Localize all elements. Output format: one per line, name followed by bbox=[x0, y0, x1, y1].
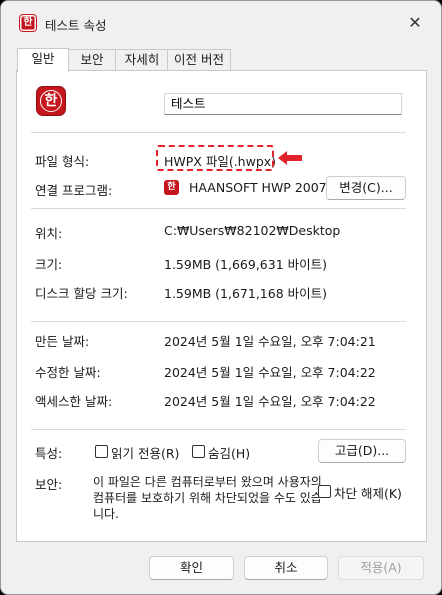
size-value: 1.59MB (1,669,631 바이트) bbox=[164, 257, 328, 272]
disk-size-value: 1.59MB (1,671,168 바이트) bbox=[164, 286, 328, 301]
security-note: 이 파일은 다른 컴퓨터로부터 왔으며 사용자의 컴퓨터를 보호하기 위해 차단… bbox=[93, 475, 322, 521]
tab-general[interactable]: 일반 bbox=[17, 48, 69, 72]
divider bbox=[31, 321, 406, 322]
apply-button[interactable]: 적용(A) bbox=[338, 556, 424, 580]
hwp-file-icon: 한 bbox=[37, 87, 65, 115]
readonly-label[interactable]: 읽기 전용(R) bbox=[111, 443, 179, 462]
tab-details[interactable]: 자세히 bbox=[115, 49, 169, 71]
modified-value: 2024년 5월 1일 수요일, 오후 7:04:22 bbox=[164, 365, 376, 380]
divider bbox=[31, 208, 406, 209]
accessed-label: 액세스한 날짜: bbox=[35, 394, 113, 409]
created-label: 만든 날짜: bbox=[35, 334, 90, 349]
divider bbox=[31, 429, 406, 430]
modified-label: 수정한 날짜: bbox=[35, 365, 101, 380]
change-button[interactable]: 변경(C)... bbox=[326, 176, 406, 200]
hwp-program-icon: 한 bbox=[164, 180, 179, 195]
window-title: 테스트 속성 bbox=[45, 18, 107, 33]
advanced-button[interactable]: 고급(D)... bbox=[318, 439, 406, 463]
open-with-label: 연결 프로그램: bbox=[35, 183, 113, 198]
location-value: C:₩Users₩82102₩Desktop bbox=[164, 223, 341, 238]
disk-size-label: 디스크 할당 크기: bbox=[35, 286, 128, 301]
divider bbox=[31, 132, 406, 133]
general-panel: 한 파일 형식: HWPX 파일(.hwpx) 연결 프로그램: 한 HAANS… bbox=[16, 70, 427, 542]
properties-window: 한 테스트 속성 ✕ 일반 보안 자세히 이전 버전 한 파일 형식: HWPX… bbox=[0, 0, 442, 595]
accessed-value: 2024년 5월 1일 수요일, 오후 7:04:22 bbox=[164, 394, 376, 409]
arrow-left-icon bbox=[278, 151, 302, 165]
tab-previous-versions[interactable]: 이전 버전 bbox=[167, 49, 231, 71]
highlight-box bbox=[156, 145, 274, 171]
security-label: 보안: bbox=[35, 477, 63, 492]
hwp-app-icon: 한 bbox=[20, 15, 36, 31]
open-with-value: HAANSOFT HWP 2007 bbox=[189, 180, 327, 195]
title-bar[interactable]: 한 테스트 속성 ✕ bbox=[1, 1, 441, 45]
readonly-checkbox[interactable] bbox=[95, 445, 108, 458]
ok-button[interactable]: 확인 bbox=[149, 556, 234, 580]
attributes-label: 특성: bbox=[35, 446, 63, 461]
tab-security[interactable]: 보안 bbox=[67, 49, 117, 71]
size-label: 크기: bbox=[35, 257, 63, 272]
unblock-checkbox[interactable] bbox=[318, 485, 331, 498]
created-value: 2024년 5월 1일 수요일, 오후 7:04:21 bbox=[164, 334, 376, 349]
cancel-button[interactable]: 취소 bbox=[244, 556, 328, 580]
hidden-label[interactable]: 숨김(H) bbox=[208, 443, 250, 462]
file-type-label: 파일 형식: bbox=[35, 154, 90, 169]
close-icon[interactable]: ✕ bbox=[405, 13, 425, 33]
hidden-checkbox[interactable] bbox=[192, 445, 205, 458]
unblock-label[interactable]: 차단 해제(K) bbox=[334, 483, 402, 502]
file-name-input[interactable] bbox=[164, 93, 402, 115]
location-label: 위치: bbox=[35, 226, 63, 241]
